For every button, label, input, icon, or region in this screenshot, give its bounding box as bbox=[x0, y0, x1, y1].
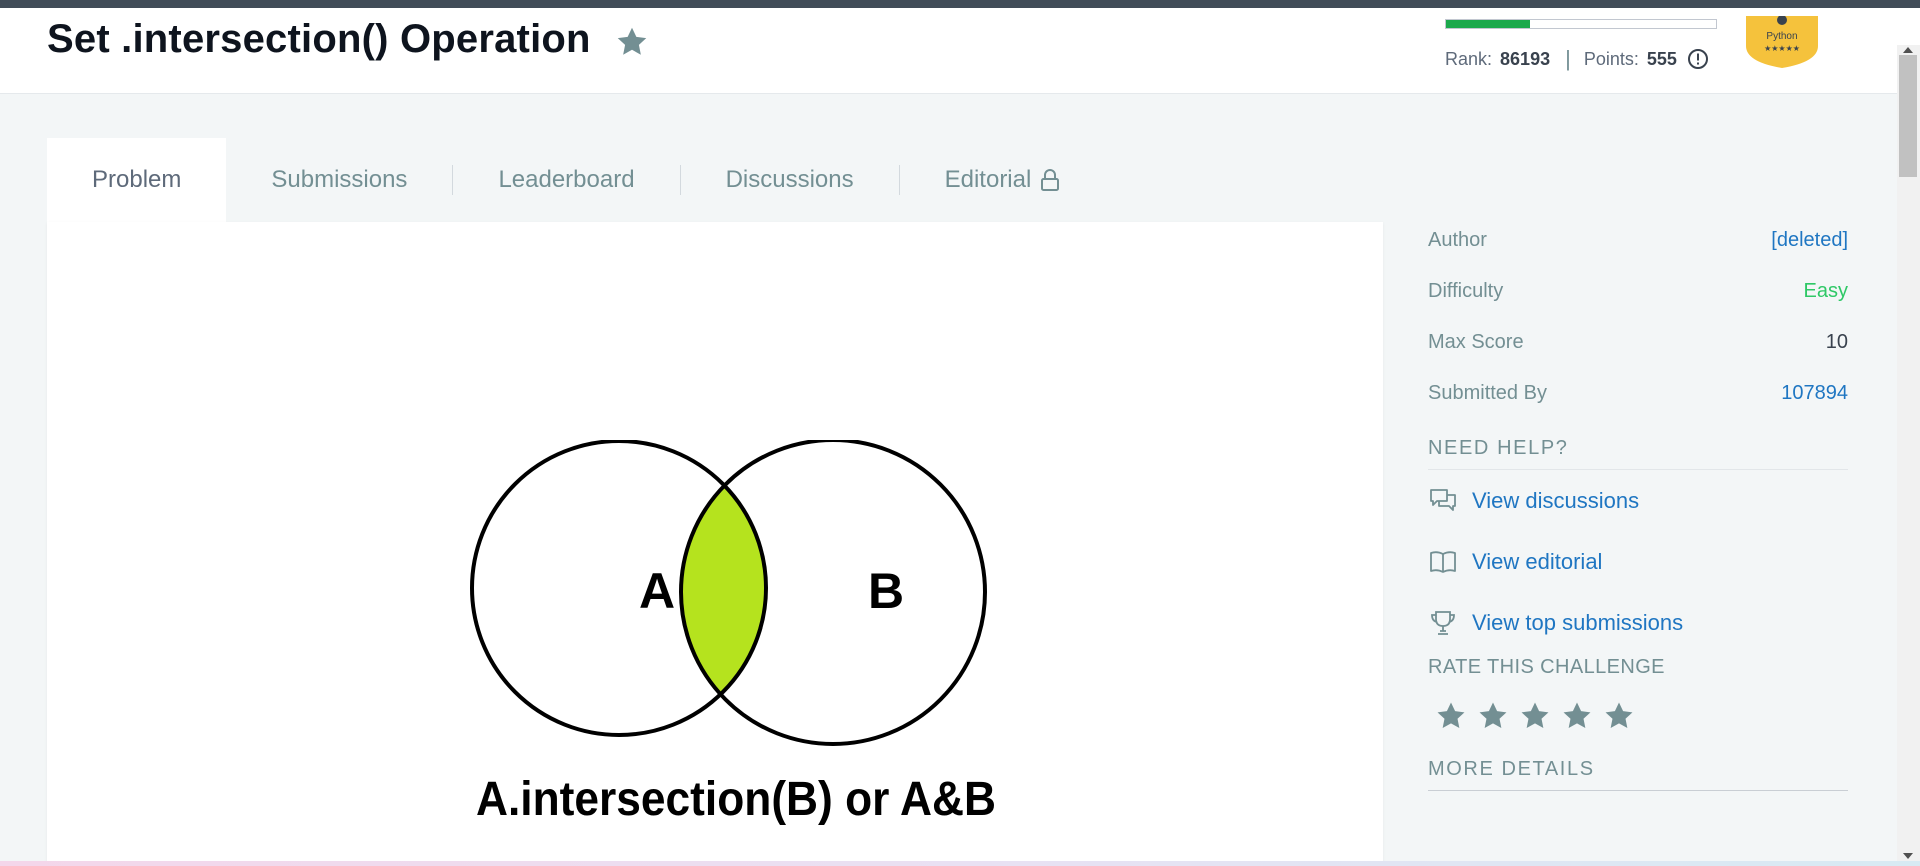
meta-author: Author [deleted] bbox=[1428, 222, 1848, 273]
venn-label-a: A bbox=[639, 563, 675, 619]
venn-label-b: B bbox=[868, 563, 904, 619]
tab-submissions[interactable]: Submissions bbox=[226, 138, 452, 222]
badge-text: Python bbox=[1766, 31, 1797, 42]
rating-star-5-icon[interactable] bbox=[1602, 699, 1636, 733]
rating-star-2-icon[interactable] bbox=[1476, 699, 1510, 733]
trophy-icon bbox=[1431, 610, 1455, 635]
page-title: Set .intersection() Operation bbox=[47, 17, 591, 61]
tab-editorial[interactable]: Editorial bbox=[900, 138, 1107, 222]
meta-label: Submitted By bbox=[1428, 382, 1547, 404]
bookmark-star-icon[interactable] bbox=[614, 24, 650, 60]
help-item-label: View discussions bbox=[1472, 487, 1640, 513]
rank-progress-fill bbox=[1446, 20, 1530, 28]
tab-leaderboard-label: Leaderboard bbox=[498, 166, 635, 193]
tab-discussions-label: Discussions bbox=[725, 166, 854, 193]
points-value: 555 bbox=[1646, 48, 1677, 69]
challenge-sidebar: Author [deleted] Difficulty Easy Max Sco… bbox=[1428, 222, 1848, 791]
tab-problem[interactable]: Problem bbox=[47, 138, 227, 222]
meta-label: Difficulty bbox=[1428, 280, 1504, 302]
rank-progress-bar bbox=[1445, 19, 1717, 29]
need-help-heading: NEED HELP? bbox=[1428, 437, 1848, 470]
scrollbar-thumb[interactable] bbox=[1899, 55, 1917, 177]
problem-statement-panel: A B A.intersection(B) or A&B bbox=[47, 222, 1383, 866]
more-details-heading: MORE DETAILS bbox=[1428, 758, 1848, 791]
rating-star-3-icon[interactable] bbox=[1518, 699, 1552, 733]
meta-label: Max Score bbox=[1428, 331, 1524, 353]
challenge-tabs: Problem Submissions Leaderboard Discussi… bbox=[47, 138, 1106, 222]
bottom-edge-strip bbox=[0, 861, 1920, 866]
info-icon[interactable] bbox=[1687, 48, 1709, 70]
max-score-value: 10 bbox=[1825, 331, 1848, 353]
venn-diagram: A B A.intersection(B) or A&B bbox=[470, 440, 996, 826]
rank-points-line: Rank: 86193 | Points: 555 bbox=[1445, 46, 1709, 72]
book-icon bbox=[1430, 550, 1456, 573]
tab-discussions[interactable]: Discussions bbox=[681, 138, 899, 222]
tab-submissions-label: Submissions bbox=[271, 166, 408, 193]
difficulty-value: Easy bbox=[1803, 280, 1848, 302]
challenge-header: Set .intersection() Operation Rank: 8619… bbox=[0, 8, 1920, 94]
help-item-label: View top submissions bbox=[1472, 609, 1684, 635]
window-top-bar bbox=[0, 0, 1920, 8]
rating-star-1-icon[interactable] bbox=[1434, 699, 1468, 733]
submitted-by-link[interactable]: 107894 bbox=[1781, 375, 1848, 426]
python-badge-icon[interactable]: Python ★★★★★ bbox=[1744, 16, 1820, 68]
view-discussions-link[interactable]: View discussions bbox=[1428, 470, 1848, 531]
rate-challenge-heading: RATE THIS CHALLENGE bbox=[1428, 656, 1665, 678]
discussion-icon bbox=[1430, 488, 1456, 511]
meta-difficulty: Difficulty Easy bbox=[1428, 273, 1848, 324]
view-editorial-link[interactable]: View editorial bbox=[1428, 531, 1848, 592]
meta-submitted-by: Submitted By 107894 bbox=[1428, 375, 1848, 426]
points-label: Points: bbox=[1583, 48, 1639, 69]
meta-label: Author bbox=[1428, 229, 1487, 251]
meta-max-score: Max Score 10 bbox=[1428, 324, 1848, 375]
rank-label: Rank: bbox=[1445, 48, 1493, 69]
rank-separator: | bbox=[1565, 46, 1571, 71]
rank-value: 86193 bbox=[1500, 48, 1551, 69]
help-item-label: View editorial bbox=[1472, 548, 1603, 574]
author-link[interactable]: [deleted] bbox=[1771, 222, 1848, 273]
view-top-submissions-link[interactable]: View top submissions bbox=[1428, 592, 1848, 653]
badge-stars: ★★★★★ bbox=[1764, 44, 1800, 53]
tab-problem-label: Problem bbox=[92, 166, 182, 193]
rating-stars bbox=[1428, 696, 1848, 736]
page-scrollbar[interactable] bbox=[1897, 45, 1920, 866]
scroll-down-arrow-icon[interactable] bbox=[1903, 853, 1913, 859]
rating-star-4-icon[interactable] bbox=[1560, 699, 1594, 733]
tab-editorial-label: Editorial bbox=[944, 166, 1032, 193]
lock-icon bbox=[1041, 169, 1060, 191]
scroll-up-arrow-icon[interactable] bbox=[1903, 47, 1913, 53]
tab-leaderboard[interactable]: Leaderboard bbox=[453, 138, 679, 222]
venn-caption: A.intersection(B) or A&B bbox=[476, 773, 996, 826]
